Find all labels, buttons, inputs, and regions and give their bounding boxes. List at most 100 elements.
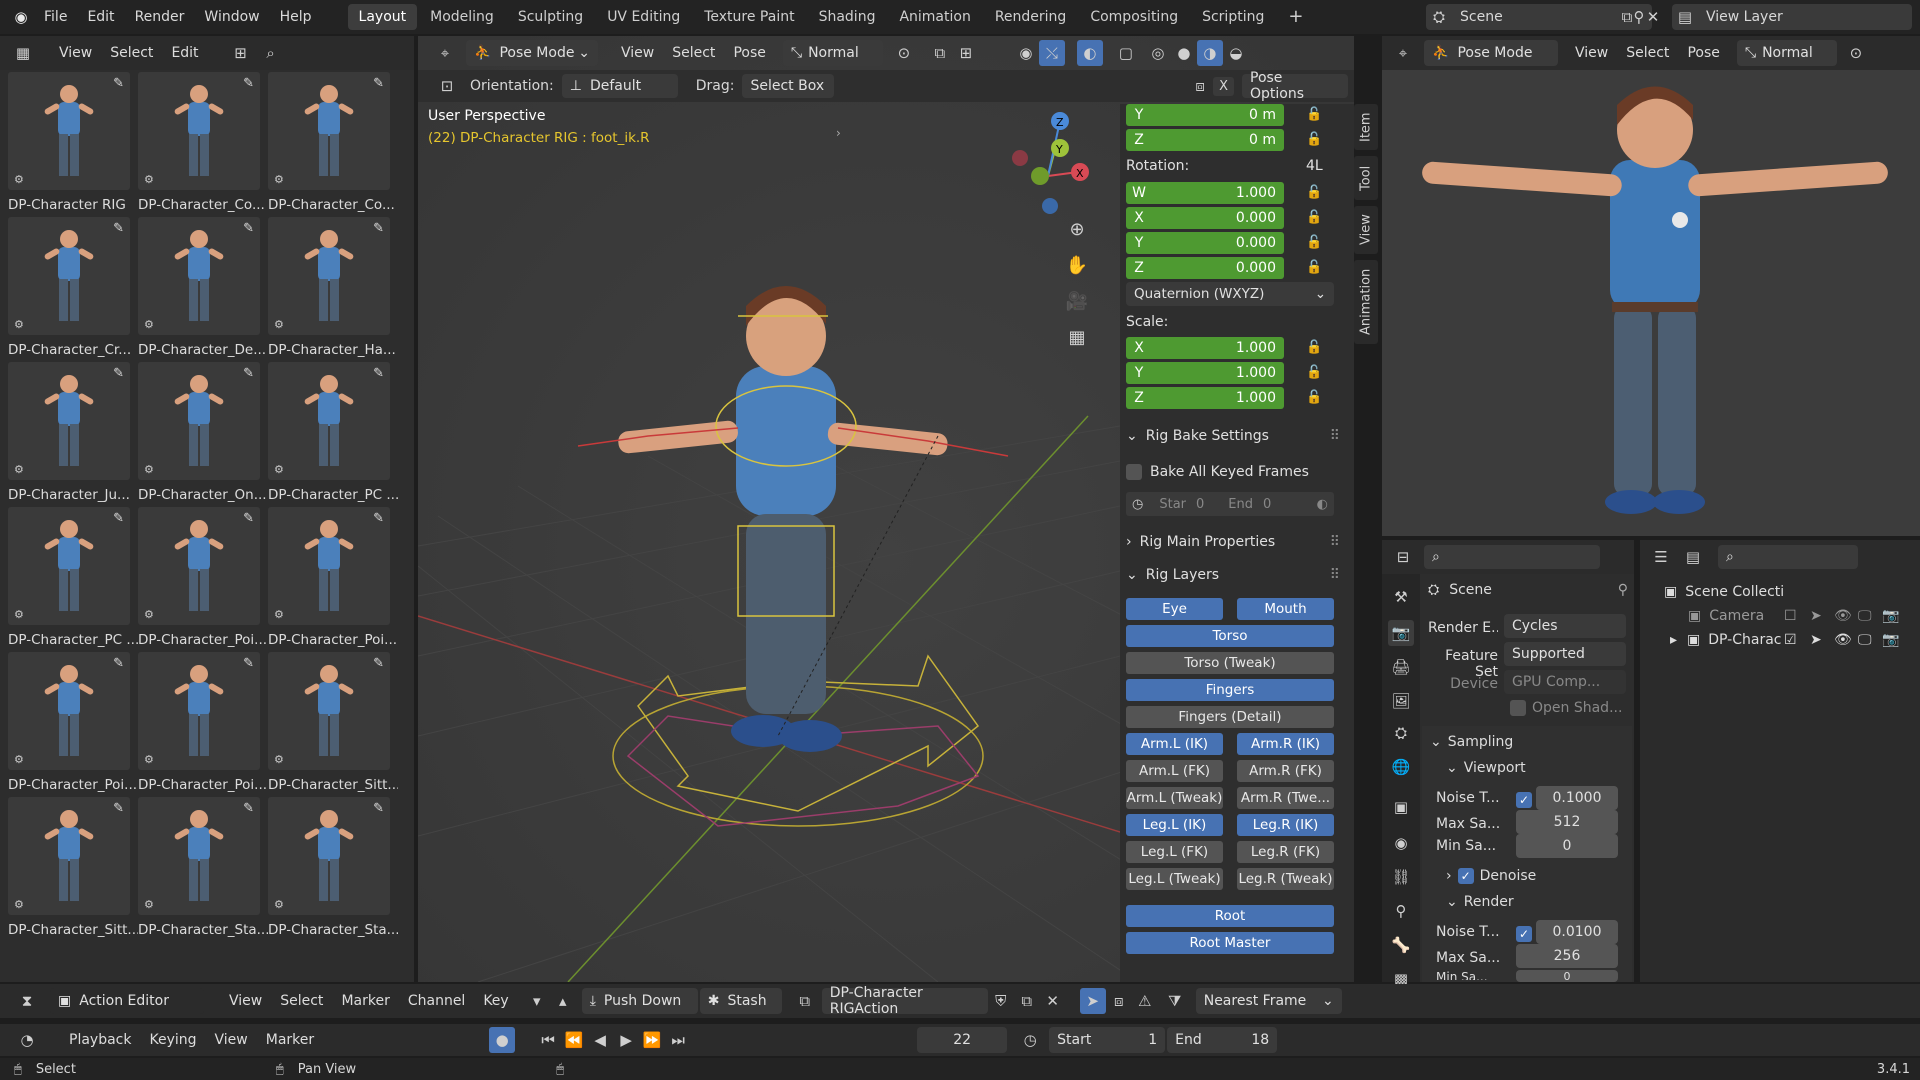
lock-icon[interactable]: 🔓: [1306, 340, 1322, 355]
preview-range-icon[interactable]: ◷: [1017, 1027, 1043, 1053]
asset-thumbnail[interactable]: ✎ ⚙ DP-Character_Poi...: [268, 507, 398, 652]
lock-icon[interactable]: 🔓: [1306, 210, 1322, 225]
select-icon[interactable]: ➤: [1810, 608, 1822, 624]
record-icon[interactable]: ●: [489, 1027, 516, 1053]
layer-button-torso[interactable]: Torso: [1126, 625, 1334, 647]
menu-render[interactable]: Render: [125, 0, 195, 34]
checkbox-icon[interactable]: ☐: [1784, 608, 1797, 624]
asset-thumbnail[interactable]: ✎ ⚙ DP-Character_Sitt...: [268, 652, 398, 797]
location-y-field[interactable]: Y 0 m: [1126, 104, 1284, 126]
properties-search[interactable]: ⌕: [1424, 545, 1600, 569]
start-frame-field[interactable]: Start 1: [1049, 1027, 1166, 1053]
denoise-row[interactable]: › ✓ Denoise: [1446, 868, 1536, 884]
gizmo-icon[interactable]: ⤯: [1038, 40, 1065, 66]
zoom-icon[interactable]: ⊕: [1064, 216, 1090, 242]
editor-type-icon[interactable]: ◔: [14, 1027, 40, 1053]
rendered-shading-icon[interactable]: ◒: [1223, 40, 1249, 66]
layer-button-fingers[interactable]: Fingers: [1126, 679, 1334, 701]
vp-noise-checkbox[interactable]: ✓: [1516, 792, 1532, 808]
asset-thumbnail[interactable]: ✎ ⚙ DP-Character_Ha...: [268, 217, 398, 362]
render-engine-dropdown[interactable]: Cycles: [1504, 614, 1626, 638]
asset-thumbnail[interactable]: ✎ ⚙ DP-Character_PC ...: [268, 362, 398, 507]
layer-button-leg-r-tweak[interactable]: Leg.R (Tweak): [1237, 868, 1334, 890]
tab-uv-editing[interactable]: UV Editing: [596, 4, 691, 30]
display-mode-icon[interactable]: ⊞: [228, 40, 254, 66]
push-down-button[interactable]: ⤓ Push Down: [581, 988, 698, 1014]
layer-button-arm-l-ik[interactable]: Arm.L (IK): [1126, 733, 1223, 755]
bake-start-value[interactable]: 0: [1196, 497, 1204, 512]
select-icon[interactable]: ➤: [1810, 632, 1822, 648]
editor-type-icon[interactable]: ☰: [1648, 544, 1674, 570]
r-noise-checkbox[interactable]: ✓: [1516, 926, 1532, 942]
lock-icon[interactable]: 🔓: [1306, 390, 1322, 405]
checkbox-icon[interactable]: ☑: [1784, 632, 1797, 648]
visibility-icon[interactable]: ◉: [1013, 40, 1039, 66]
tab-view[interactable]: View: [1354, 206, 1378, 254]
feature-set-dropdown[interactable]: Supported: [1504, 642, 1626, 666]
action-menu-select[interactable]: Select: [271, 984, 332, 1018]
asset-thumbnail[interactable]: ✎ ⚙ DP-Character_On...: [138, 362, 268, 507]
tab-tool[interactable]: Tool: [1354, 156, 1378, 200]
editor-type-icon[interactable]: ⧗: [14, 988, 40, 1014]
object-tab-icon[interactable]: ▣: [1388, 794, 1414, 820]
layer-button-arm-r-fk[interactable]: Arm.R (FK): [1237, 760, 1334, 782]
layer-button-arm-l-fk[interactable]: Arm.L (FK): [1126, 760, 1223, 782]
preview-menu-select[interactable]: Select: [1617, 36, 1678, 70]
open-shading-checkbox[interactable]: [1510, 700, 1526, 716]
layer-button-leg-l-fk[interactable]: Leg.L (FK): [1126, 841, 1223, 863]
tab-layout[interactable]: Layout: [347, 4, 418, 30]
blender-logo-icon[interactable]: ◉: [8, 4, 34, 30]
navigation-gizmo[interactable]: Z Y X: [988, 106, 1108, 246]
asset-thumbnail[interactable]: ✎ ⚙ DP-Character_PC ...: [8, 507, 138, 652]
display-mode-icon[interactable]: ▤: [1680, 544, 1706, 570]
tab-modeling[interactable]: Modeling: [419, 4, 505, 30]
lock-icon[interactable]: 🔓: [1306, 185, 1322, 200]
fake-user-icon[interactable]: ⛨: [988, 988, 1014, 1014]
timeline-menu-view[interactable]: View: [206, 1023, 257, 1057]
current-frame-field[interactable]: 22: [917, 1027, 1008, 1053]
rotation-lock-4l[interactable]: 4L: [1306, 158, 1323, 174]
layer-button-root-master[interactable]: Root Master: [1126, 932, 1334, 954]
bake-all-checkbox[interactable]: [1126, 464, 1142, 480]
layer-button-leg-r-ik[interactable]: Leg.R (IK): [1237, 814, 1334, 836]
overlay-icon[interactable]: ◐: [1076, 40, 1103, 66]
next-keyframe-icon[interactable]: ⏩: [639, 1027, 665, 1053]
action-menu-channel[interactable]: Channel: [399, 984, 474, 1018]
monitor-icon[interactable]: 🖵: [1858, 608, 1872, 624]
constraints-tab-icon[interactable]: ⛓: [1388, 864, 1414, 890]
sampling-header[interactable]: ⌄ Sampling: [1430, 734, 1513, 750]
vp-max-field[interactable]: 512: [1516, 810, 1618, 834]
xray-icon[interactable]: ▢: [1113, 40, 1139, 66]
asset-thumbnail[interactable]: ✎ ⚙ DP-Character_Sta...: [138, 797, 268, 942]
open-shading-row[interactable]: Open Shad...: [1510, 700, 1622, 716]
rotation-z-field[interactable]: Z 0.000: [1126, 257, 1284, 279]
prev-keyframe-icon[interactable]: ⏪: [561, 1027, 587, 1053]
lock-icon[interactable]: 🔓: [1306, 107, 1322, 122]
arrow-up-icon[interactable]: ▴: [550, 988, 576, 1014]
action-menu-marker[interactable]: Marker: [332, 984, 398, 1018]
asset-thumbnail[interactable]: ✎ ⚙ DP-Character_Cr...: [8, 217, 138, 362]
device-dropdown[interactable]: GPU Comp...: [1504, 670, 1626, 694]
camera-view-icon[interactable]: 🎥: [1064, 288, 1090, 314]
proportional-icon[interactable]: ⊞: [953, 40, 979, 66]
sidebar-collapse-icon[interactable]: ›: [836, 126, 841, 140]
scale-z-field[interactable]: Z 1.000: [1126, 387, 1284, 409]
asset-menu-view[interactable]: View: [50, 36, 101, 70]
location-z-field[interactable]: Z 0 m: [1126, 129, 1284, 151]
render-subheader[interactable]: ⌄ Render: [1446, 894, 1514, 910]
jump-end-icon[interactable]: ⏭: [665, 1027, 691, 1053]
material-shading-icon[interactable]: ◑: [1196, 40, 1223, 66]
pivot-icon[interactable]: ⊙: [1843, 40, 1869, 66]
outliner-scene-collection[interactable]: ▣ Scene Collecti: [1664, 584, 1784, 600]
monitor-icon[interactable]: 🖵: [1858, 632, 1872, 648]
wireframe-shading-icon[interactable]: ◎: [1145, 40, 1171, 66]
pose-options-dropdown[interactable]: Pose Options: [1242, 70, 1348, 102]
timeline-menu-keying[interactable]: Keying: [140, 1023, 205, 1057]
drag-handle-icon[interactable]: ⠿: [1330, 428, 1340, 444]
lock-icon[interactable]: 🔓: [1306, 235, 1322, 250]
rotation-mode-dropdown[interactable]: Quaternion (WXYZ) ⌄: [1126, 282, 1334, 306]
tab-compositing[interactable]: Compositing: [1079, 4, 1189, 30]
outliner-search[interactable]: ⌕: [1718, 545, 1858, 569]
tab-scripting[interactable]: Scripting: [1191, 4, 1275, 30]
preview-transform-dropdown[interactable]: ⤡ Normal: [1736, 40, 1837, 66]
